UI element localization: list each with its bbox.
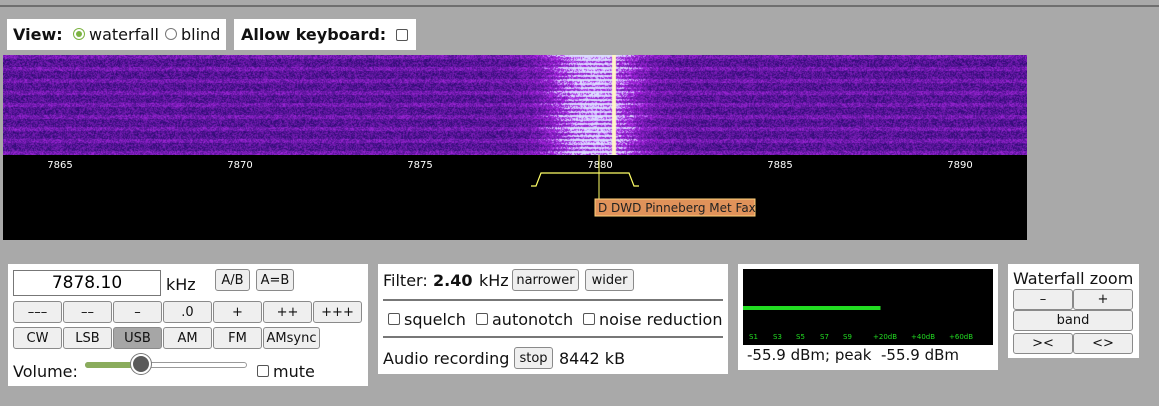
round-frequency-button[interactable]: .0 (163, 301, 212, 323)
step-up-3-button[interactable]: +++ (313, 301, 362, 323)
tick-7890: 7890 (947, 160, 972, 171)
mute-label[interactable]: mute (273, 362, 315, 381)
audio-recording-label: Audio recording (383, 349, 510, 368)
waterfall-zoom-title: Waterfall zoom (1013, 269, 1134, 288)
zoom-to-passband-button[interactable]: >< (1013, 333, 1073, 354)
s-meter-readout: -55.9 dBm; peak -55.9 dBm (747, 346, 959, 364)
noise-reduction-checkbox[interactable] (583, 313, 595, 325)
s-meter-panel: S1 S3 S5 S7 S9 +20dB +40dB +60dB -55.9 d… (738, 264, 998, 370)
s-meter: S1 S3 S5 S7 S9 +20dB +40dB +60dB (743, 269, 993, 345)
passband-marker[interactable] (531, 172, 639, 187)
step-up-1-button[interactable]: + (213, 301, 262, 323)
autonotch-label[interactable]: autonotch (492, 310, 573, 329)
s-meter-level-bar (743, 306, 881, 310)
tick-7865: 7865 (47, 160, 72, 171)
mute-checkbox[interactable] (257, 365, 269, 377)
filter-bandwidth: 2.40 (433, 271, 473, 290)
filter-label: Filter: (383, 271, 428, 290)
tick-7885: 7885 (767, 160, 792, 171)
s-meter-label-60db: +60dB (949, 333, 973, 341)
step-up-2-button[interactable]: ++ (263, 301, 312, 323)
mode-amsync-button[interactable]: AMsync (263, 327, 320, 349)
autonotch-checkbox[interactable] (476, 313, 488, 325)
wider-button[interactable]: wider (585, 269, 634, 291)
step-down-1-button[interactable]: – (113, 301, 162, 323)
squelch-checkbox[interactable] (388, 313, 400, 325)
frequency-unit: kHz (166, 275, 196, 294)
s-meter-label-20db: +20dB (873, 333, 897, 341)
mode-lsb-button[interactable]: LSB (63, 327, 112, 349)
waterfall-zoom-panel: Waterfall zoom – + band >< <> (1008, 264, 1139, 358)
top-divider (0, 5, 1159, 7)
s-meter-label-40db: +40dB (911, 333, 935, 341)
s-meter-label-s7: S7 (820, 333, 829, 341)
filter-divider-2 (383, 336, 723, 338)
allow-keyboard-checkbox[interactable] (396, 29, 408, 41)
stop-recording-button[interactable]: stop (514, 347, 553, 369)
recording-size: 8442 kB (559, 349, 626, 368)
view-label: View: (13, 25, 63, 44)
waterfall-display[interactable] (3, 55, 1027, 155)
frequency-scale[interactable]: 7865 7870 7875 7880 7885 7890 D DWD Pinn… (3, 155, 1027, 240)
view-selector: View: waterfall blind (7, 19, 226, 50)
zoom-out-button[interactable]: – (1013, 289, 1073, 310)
volume-label: Volume: (13, 362, 78, 381)
s-meter-label-s5: S5 (796, 333, 805, 341)
s-meter-label-s1: S1 (749, 333, 758, 341)
s-meter-label-s9: S9 (843, 333, 852, 341)
filter-divider-1 (383, 299, 723, 301)
zoom-band-button[interactable]: band (1013, 310, 1133, 331)
squelch-label[interactable]: squelch (404, 310, 466, 329)
volume-thumb[interactable] (131, 354, 151, 374)
tick-7870: 7870 (227, 160, 252, 171)
zoom-to-band-edges-button[interactable]: <> (1073, 333, 1133, 354)
mode-fm-button[interactable]: FM (213, 327, 262, 349)
view-waterfall-label[interactable]: waterfall (89, 25, 159, 44)
mode-usb-button[interactable]: USB (113, 327, 162, 349)
narrower-button[interactable]: narrower (512, 269, 579, 291)
view-waterfall-radio[interactable] (73, 28, 85, 40)
filter-panel: Filter: 2.40 kHz narrower wider squelch … (378, 264, 728, 374)
tick-7880: 7880 (587, 160, 612, 171)
view-blind-label[interactable]: blind (181, 25, 220, 44)
ab-button[interactable]: A/B (215, 269, 250, 291)
view-blind-radio[interactable] (165, 28, 177, 40)
tick-7875: 7875 (407, 160, 432, 171)
mode-cw-button[interactable]: CW (13, 327, 62, 349)
step-down-3-button[interactable]: ––– (13, 301, 62, 323)
noise-reduction-label[interactable]: noise reduction (599, 310, 722, 329)
filter-unit: kHz (479, 271, 509, 290)
volume-slider[interactable] (85, 354, 247, 374)
a-equals-b-button[interactable]: A=B (256, 269, 294, 291)
step-down-2-button[interactable]: –– (63, 301, 112, 323)
zoom-in-button[interactable]: + (1073, 289, 1133, 310)
frequency-panel: kHz A/B A=B ––– –– – .0 + ++ +++ CW LSB … (8, 264, 368, 386)
frequency-input[interactable] (13, 270, 161, 296)
keyboard-toggle: Allow keyboard: (234, 19, 416, 50)
allow-keyboard-label: Allow keyboard: (241, 25, 387, 44)
s-meter-label-s3: S3 (773, 333, 782, 341)
mode-am-button[interactable]: AM (163, 327, 212, 349)
station-label[interactable]: D DWD Pinneberg Met Fax (598, 201, 756, 215)
